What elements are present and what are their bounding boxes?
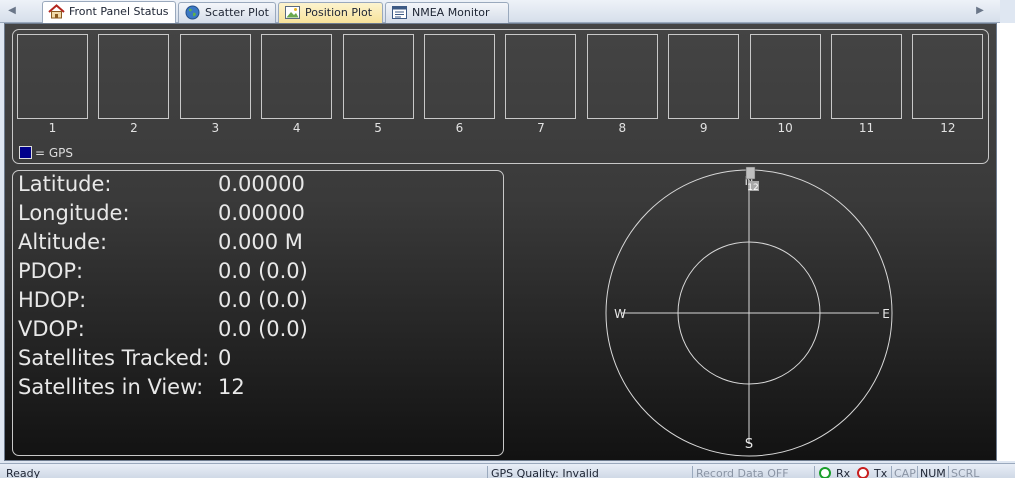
satellite-marker-label: 12 [747,183,758,193]
position-info-box: Latitude: 0.00000 Longitude: 0.00000 Alt… [12,170,504,456]
globe-icon [184,5,201,20]
satellite-number-label: 11 [858,121,875,135]
sky-west-label: W [614,307,626,321]
tab-label: Front Panel Status [69,5,169,18]
status-num: NUM [920,467,946,478]
latitude-value: 0.00000 [218,172,305,196]
vdop-value: 0.0 (0.0) [218,317,308,341]
application-window: ◀ Front Panel Status Scatter Plot Positi… [0,0,1015,478]
gps-legend-swatch [19,146,32,159]
satellite-number-label: 1 [48,121,57,135]
tab-scatter-plot[interactable]: Scatter Plot [178,2,276,23]
latitude-label: Latitude: [18,172,112,196]
window-edge [997,23,1015,461]
tab-nmea-monitor[interactable]: NMEA Monitor [385,2,509,23]
status-tx: Tx [874,467,888,478]
status-ready: Ready [6,467,41,478]
satellites-tracked-label: Satellites Tracked: [18,346,210,370]
hdop-label: HDOP: [18,288,87,312]
altitude-label: Altitude: [18,230,108,254]
satellite-signal-box [505,34,577,119]
sky-east-label: E [882,307,890,321]
front-panel-status-view: 1 2 3 4 5 6 7 8 9 10 11 12 = GPS Latitude: 0.00000 … [4,23,997,461]
longitude-label: Longitude: [18,201,130,225]
satellite-number-label: 7 [537,121,545,135]
satellite-signal-box [586,34,658,119]
status-separator [814,466,815,478]
rx-indicator-icon [819,467,831,478]
tab-position-plot[interactable]: Position Plot [278,2,383,23]
image-icon [284,5,301,20]
satellite-signal-box [424,34,495,119]
satellite-number-label: 10 [777,121,793,135]
hdop-value: 0.0 (0.0) [218,288,308,312]
status-separator [487,466,488,478]
satellite-signal-box [98,34,170,119]
satellite-signal-box [749,34,821,119]
tx-indicator-icon [857,467,869,478]
vdop-label: VDOP: [18,317,85,341]
satellite-number-label: 3 [211,121,220,135]
tab-label: Position Plot [305,6,373,19]
satellites-in-view-value: 12 [218,375,245,399]
tab-front-panel-status[interactable]: Front Panel Status [42,1,176,23]
satellite-number-label: 4 [292,121,301,135]
status-separator [948,466,949,478]
altitude-value: 0.000 M [218,230,303,254]
satellite-number-label: 9 [699,121,708,135]
status-bar: Ready GPS Quality: Invalid Record Data O… [0,463,1015,478]
satellite-number-label: 8 [618,121,627,135]
tab-scroll-right-icon[interactable]: ▶ [974,4,986,18]
status-separator [692,466,693,478]
tab-strip: ◀ Front Panel Status Scatter Plot Positi… [0,0,1000,23]
satellites-in-view-label: Satellites in View: [18,375,204,399]
tab-label: Scatter Plot [205,6,269,19]
status-record-data: Record Data OFF [696,467,789,478]
pdop-label: PDOP: [18,259,84,283]
satellite-number-label: 6 [455,121,464,135]
longitude-value: 0.00000 [218,201,305,225]
status-gps-quality: GPS Quality: Invalid [491,467,599,478]
satellite-number-label: 2 [130,121,138,135]
satellite-signal-box [342,34,414,119]
satellite-signal-box [912,34,984,119]
satellite-signal-box [179,34,251,119]
satellite-number-label: 12 [940,121,956,135]
satellite-signal-group: 1 2 3 4 5 6 7 8 9 10 11 12 = GPS [12,29,989,164]
satellite-sky-plot: N S W E 12 [605,166,893,457]
status-rx: Rx [836,467,851,478]
tab-label: NMEA Monitor [412,6,490,19]
status-scrl: SCRL [951,467,980,478]
home-icon [48,4,65,19]
satellite-signal-box [668,34,740,119]
tab-scroll-left-icon[interactable]: ◀ [6,4,18,18]
pdop-value: 0.0 (0.0) [218,259,308,283]
satellite-signal-box [831,34,902,119]
satellite-signal-box [17,34,88,119]
satellite-signal-box [261,34,333,119]
document-icon [391,5,408,20]
gps-legend-label: = GPS [35,146,74,160]
sky-south-label: S [745,437,753,452]
status-cap: CAP [894,467,916,478]
satellite-number-label: 5 [374,121,382,135]
status-separator [917,466,918,478]
status-separator [891,466,892,478]
satellites-tracked-value: 0 [218,346,232,370]
